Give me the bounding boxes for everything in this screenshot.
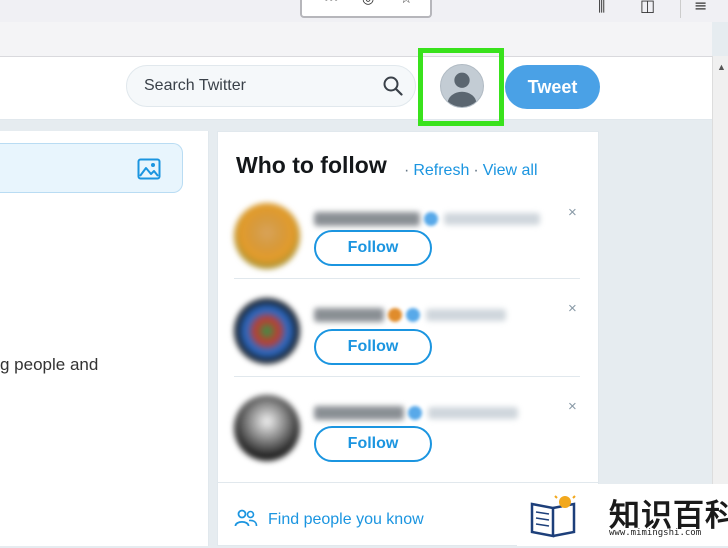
divider xyxy=(234,278,580,279)
page-scrollbar[interactable]: ▲ xyxy=(712,56,728,546)
suggestion-name-blurred xyxy=(314,210,554,226)
dismiss-close-icon[interactable]: × xyxy=(568,398,577,415)
default-avatar-icon xyxy=(447,72,477,107)
divider xyxy=(234,376,580,377)
follow-button[interactable]: Follow xyxy=(314,329,432,365)
verified-badge-icon xyxy=(424,211,438,226)
browser-toolbar: ••• ◎ ☆ ⫼ ◫ ≡ xyxy=(0,0,728,22)
pocket-icon[interactable]: ◎ xyxy=(362,0,374,7)
follow-suggestion: × Follow xyxy=(218,392,598,488)
menu-icon[interactable]: ≡ xyxy=(694,0,707,15)
who-to-follow-title: Who to follow xyxy=(236,152,387,178)
suggestion-name-blurred xyxy=(314,306,554,322)
bookmark-star-icon[interactable]: ☆ xyxy=(400,0,413,7)
link-separator: · xyxy=(404,162,410,179)
library-icon[interactable]: ⫼ xyxy=(598,0,605,16)
compose-partial-text: g people and xyxy=(0,355,99,374)
suggestion-avatar[interactable] xyxy=(234,203,300,269)
dismiss-close-icon[interactable]: × xyxy=(568,204,577,221)
find-people-link[interactable]: Find people you know xyxy=(268,511,424,529)
emoji-badge-icon xyxy=(388,307,402,322)
suggestion-avatar[interactable] xyxy=(234,395,300,461)
watermark-url: www.mimingshi.com xyxy=(609,528,702,538)
watermark: 知识百科 www.mimingshi.com xyxy=(517,484,728,546)
tweet-button[interactable]: Tweet xyxy=(505,65,600,109)
follow-button[interactable]: Follow xyxy=(314,230,432,266)
suggestion-name-blurred xyxy=(314,404,554,420)
link-separator: · xyxy=(473,162,479,179)
follow-suggestion: × Follow xyxy=(218,198,598,294)
scroll-up-arrow-icon[interactable]: ▲ xyxy=(717,62,726,72)
url-bar[interactable]: ••• ◎ ☆ xyxy=(300,0,432,18)
profile-avatar-button[interactable] xyxy=(440,64,484,108)
more-icon[interactable]: ••• xyxy=(324,0,339,6)
search-input[interactable]: Search Twitter xyxy=(126,65,416,107)
twitter-header: Search Twitter xyxy=(0,57,712,120)
who-to-follow-links: · Refresh · View all xyxy=(400,162,538,180)
toolbar-separator xyxy=(680,0,681,18)
refresh-link[interactable]: Refresh xyxy=(413,162,469,179)
tab-strip xyxy=(0,22,712,57)
suggestion-avatar[interactable] xyxy=(234,298,300,364)
follow-suggestion: × Follow xyxy=(218,296,598,392)
search-icon[interactable] xyxy=(383,76,403,96)
verified-badge-icon xyxy=(406,307,420,322)
view-all-link[interactable]: View all xyxy=(483,162,538,179)
sidebar-icon[interactable]: ◫ xyxy=(640,0,655,15)
compose-panel: g people and xyxy=(0,131,209,546)
dismiss-close-icon[interactable]: × xyxy=(568,300,577,317)
people-icon xyxy=(234,509,258,527)
book-lightbulb-icon xyxy=(530,495,576,538)
compose-tweet-box[interactable] xyxy=(0,143,183,193)
image-icon[interactable] xyxy=(137,158,161,180)
follow-button[interactable]: Follow xyxy=(314,426,432,462)
search-placeholder: Search Twitter xyxy=(144,77,246,94)
verified-badge-icon xyxy=(408,405,422,420)
